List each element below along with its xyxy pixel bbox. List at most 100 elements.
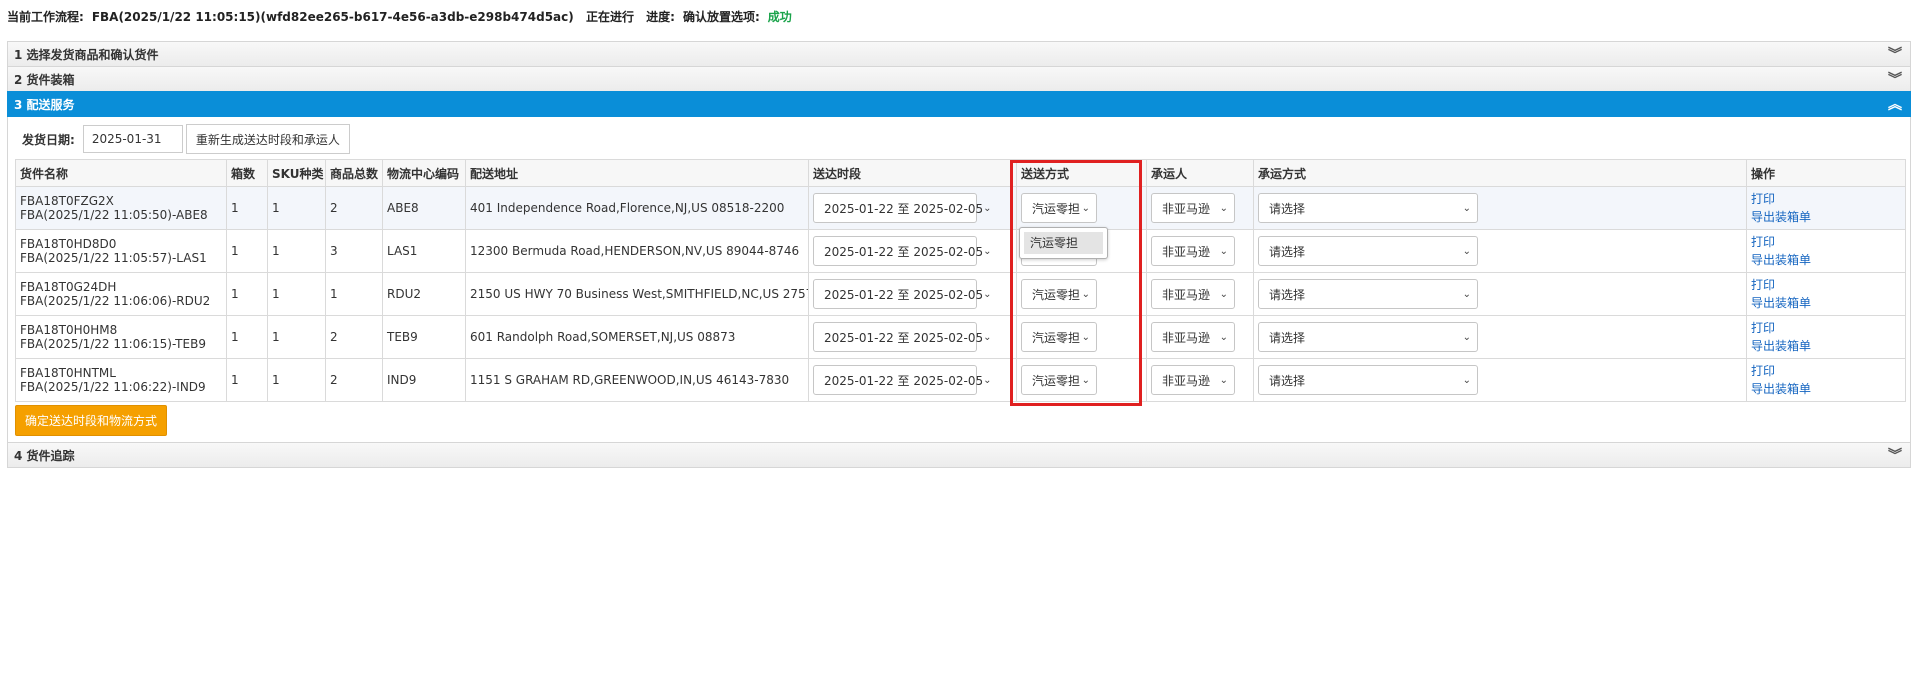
delivery-window-select[interactable]: 2025-01-22 至 2025-02-05 ⌄ <box>813 322 992 352</box>
export-packing-list-link[interactable]: 导出装箱单 <box>1751 208 1901 226</box>
print-link[interactable]: 打印 <box>1751 276 1901 294</box>
section-title: 4 货件追踪 <box>14 449 75 463</box>
delivery-window-select[interactable]: 2025-01-22 至 2025-02-05 ⌄ <box>813 365 992 395</box>
col-header-shipment-name: 货件名称 <box>15 159 227 187</box>
select-value: 非亚马逊 <box>1162 373 1211 388</box>
chevron-down-icon: ︾ <box>1888 448 1902 464</box>
col-header-fc-code: 物流中心编码 <box>382 159 466 187</box>
cell-delivery-window: 2025-01-22 至 2025-02-05 ⌄ <box>808 272 1017 316</box>
cell-boxes: 1 <box>226 358 268 402</box>
section-title: 2 货件装箱 <box>14 73 75 87</box>
ship-date-input[interactable]: 2025-01-31 <box>82 125 183 153</box>
progress-label: 进度: <box>646 10 675 24</box>
cell-sku-types: 1 <box>267 229 326 273</box>
cell-sku-types: 1 <box>267 272 326 316</box>
carrier-method-select[interactable]: 请选择 ⌄ <box>1258 322 1478 352</box>
carrier-select[interactable]: 非亚马逊 ⌄ <box>1151 365 1235 395</box>
section-header-select-goods[interactable]: 1 选择发货商品和确认货件 ︾ <box>7 41 1911 67</box>
chevron-down-icon: ⌄ <box>983 331 992 343</box>
cell-fc-code: IND9 <box>382 358 466 402</box>
export-packing-list-link[interactable]: 导出装箱单 <box>1751 294 1901 312</box>
carrier-select[interactable]: 非亚马逊 ⌄ <box>1151 322 1235 352</box>
carrier-method-select[interactable]: 请选择 ⌄ <box>1258 279 1478 309</box>
section-title: 3 配送服务 <box>14 98 75 112</box>
carrier-select[interactable]: 非亚马逊 ⌄ <box>1151 236 1235 266</box>
carrier-select[interactable]: 非亚马逊 ⌄ <box>1151 193 1235 223</box>
select-value: 请选择 <box>1269 330 1306 345</box>
delivery-mode-select[interactable]: 汽运零担 ⌄ <box>1021 193 1097 223</box>
cell-delivery-window: 2025-01-22 至 2025-02-05 ⌄ <box>808 315 1017 359</box>
export-packing-list-link[interactable]: 导出装箱单 <box>1751 251 1901 269</box>
cell-shipment-name: FBA18T0HNTML FBA(2025/1/22 11:06:22)-IND… <box>15 358 227 402</box>
print-link[interactable]: 打印 <box>1751 190 1901 208</box>
dropdown-option[interactable]: 汽运零担 <box>1024 232 1103 254</box>
cell-total-items: 2 <box>325 358 383 402</box>
cell-address: 2150 US HWY 70 Business West,SMITHFIELD,… <box>465 272 809 316</box>
confirm-delivery-button[interactable]: 确定送达时段和物流方式 <box>15 405 168 436</box>
cell-carrier-method: 请选择 ⌄ <box>1253 272 1747 316</box>
section-header-tracking[interactable]: 4 货件追踪 ︾ <box>7 442 1911 468</box>
select-value: 2025-01-22 至 2025-02-05 <box>824 287 984 302</box>
chevron-down-icon: ⌄ <box>1081 374 1090 386</box>
delivery-window-select[interactable]: 2025-01-22 至 2025-02-05 ⌄ <box>813 236 992 266</box>
carrier-select[interactable]: 非亚马逊 ⌄ <box>1151 279 1235 309</box>
chevron-down-icon: ︾ <box>1888 72 1902 88</box>
select-value: 2025-01-22 至 2025-02-05 <box>824 244 984 259</box>
section-header-packing[interactable]: 2 货件装箱 ︾ <box>7 66 1911 92</box>
chevron-down-icon: ⌄ <box>983 245 992 257</box>
workflow-accordion: 1 选择发货商品和确认货件 ︾ 2 货件装箱 ︾ 3 配送服务 ︽ 发货日期: … <box>7 41 1911 468</box>
shipment-id: FBA18T0HD8D0 <box>20 237 117 251</box>
cell-delivery-mode: 汽运零担 ⌄ <box>1016 272 1147 316</box>
carrier-method-select[interactable]: 请选择 ⌄ <box>1258 365 1478 395</box>
shipment-id: FBA18T0H0HM8 <box>20 323 118 337</box>
delivery-mode-select[interactable]: 汽运零担 ⌄ <box>1021 322 1097 352</box>
col-header-boxes: 箱数 <box>226 159 268 187</box>
ship-date-row: 发货日期: 2025-01-31 重新生成送达时段和承运人 <box>15 123 1903 155</box>
select-value: 请选择 <box>1269 244 1306 259</box>
progress-step: 确认放置选项: <box>682 10 760 24</box>
delivery-window-select[interactable]: 2025-01-22 至 2025-02-05 ⌄ <box>813 279 992 309</box>
chevron-down-icon: ⌄ <box>1462 331 1471 343</box>
shipment-label: FBA(2025/1/22 11:05:57)-LAS1 <box>20 251 207 265</box>
select-value: 请选择 <box>1269 373 1306 388</box>
cell-total-items: 1 <box>325 272 383 316</box>
cell-carrier: 非亚马逊 ⌄ <box>1146 315 1254 359</box>
select-value: 非亚马逊 <box>1162 244 1211 259</box>
cell-boxes: 1 <box>226 315 268 359</box>
shipment-label: FBA(2025/1/22 11:06:06)-RDU2 <box>20 294 211 308</box>
col-header-carrier: 承运人 <box>1146 159 1254 187</box>
cell-sku-types: 1 <box>267 358 326 402</box>
delivery-mode-dropdown: 汽运零担 <box>1019 227 1108 259</box>
chevron-down-icon: ⌄ <box>1219 374 1228 386</box>
delivery-window-select[interactable]: 2025-01-22 至 2025-02-05 ⌄ <box>813 193 992 223</box>
carrier-method-select[interactable]: 请选择 ⌄ <box>1258 193 1478 223</box>
delivery-mode-select[interactable]: 汽运零担 ⌄ <box>1021 365 1097 395</box>
select-value: 2025-01-22 至 2025-02-05 <box>824 201 984 216</box>
select-value: 请选择 <box>1269 201 1306 216</box>
table-header-row: 货件名称 箱数 SKU种类 商品总数 物流中心编码 配送地址 送达时段 送送方式… <box>15 159 1906 187</box>
regenerate-button[interactable]: 重新生成送达时段和承运人 <box>185 124 350 154</box>
print-link[interactable]: 打印 <box>1751 362 1901 380</box>
print-link[interactable]: 打印 <box>1751 319 1901 337</box>
print-link[interactable]: 打印 <box>1751 233 1901 251</box>
cell-total-items: 3 <box>325 229 383 273</box>
export-packing-list-link[interactable]: 导出装箱单 <box>1751 380 1901 398</box>
cell-actions: 打印 导出装箱单 <box>1746 358 1906 402</box>
chevron-down-icon: ⌄ <box>983 374 992 386</box>
shipment-id: FBA18T0G24DH <box>20 280 117 294</box>
chevron-down-icon: ⌄ <box>1219 331 1228 343</box>
cell-shipment-name: FBA18T0G24DH FBA(2025/1/22 11:06:06)-RDU… <box>15 272 227 316</box>
section-header-delivery-service[interactable]: 3 配送服务 ︽ <box>7 91 1911 117</box>
delivery-mode-select[interactable]: 汽运零担 ⌄ <box>1021 279 1097 309</box>
cell-total-items: 2 <box>325 186 383 230</box>
select-value: 汽运零担 <box>1032 287 1081 302</box>
cell-carrier: 非亚马逊 ⌄ <box>1146 272 1254 316</box>
carrier-method-select[interactable]: 请选择 ⌄ <box>1258 236 1478 266</box>
select-value: 汽运零担 <box>1032 330 1081 345</box>
cell-shipment-name: FBA18T0HD8D0 FBA(2025/1/22 11:05:57)-LAS… <box>15 229 227 273</box>
export-packing-list-link[interactable]: 导出装箱单 <box>1751 337 1901 355</box>
select-value: 非亚马逊 <box>1162 201 1211 216</box>
col-header-carrier-method: 承运方式 <box>1253 159 1747 187</box>
cell-boxes: 1 <box>226 229 268 273</box>
workflow-status: 正在进行 <box>585 10 634 24</box>
